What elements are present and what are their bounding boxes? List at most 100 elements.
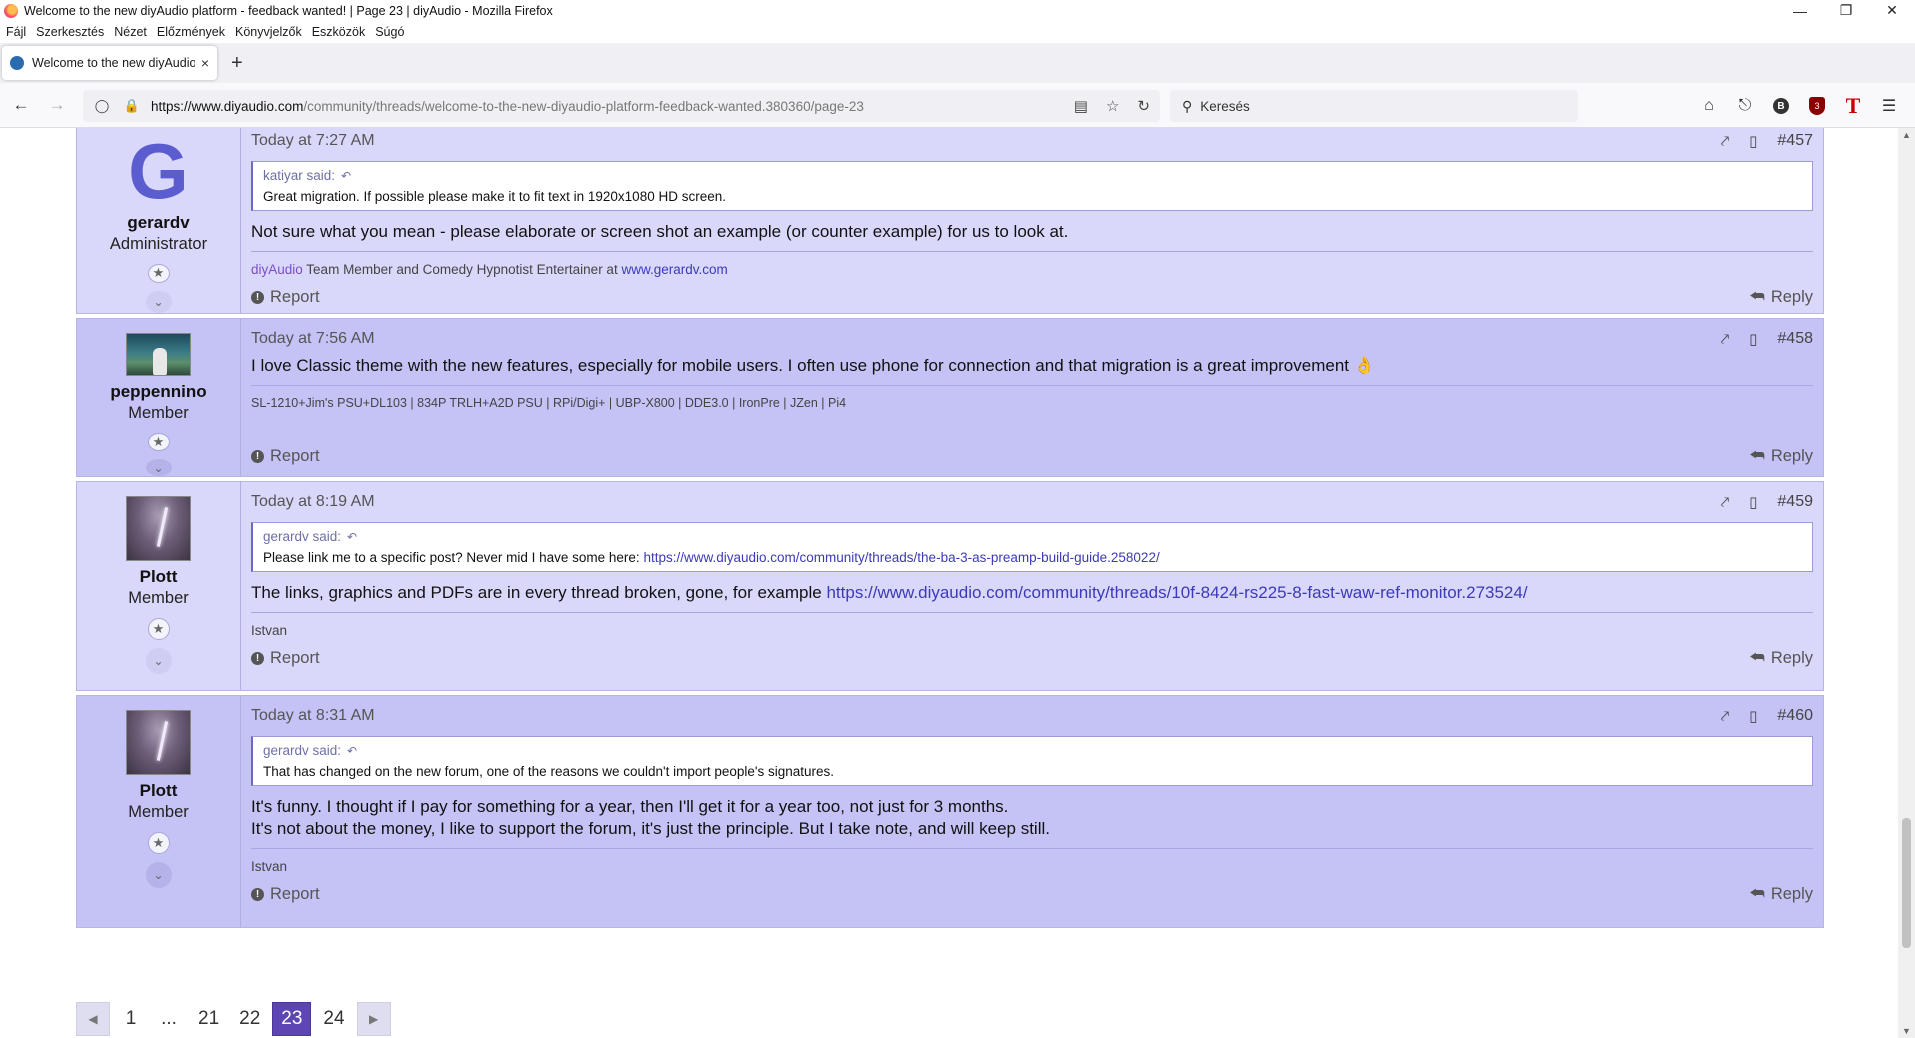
quote-link[interactable]: https://www.diyaudio.com/community/threa… — [643, 550, 1159, 565]
tab-active[interactable]: Welcome to the new diyAudio p × — [2, 46, 217, 80]
next-page-button[interactable]: ▶ — [356, 1002, 391, 1036]
menu-item-help[interactable]: Súgó — [375, 25, 404, 39]
chevron-down-icon[interactable]: ⌄ — [145, 290, 172, 313]
page-ellipsis[interactable]: ... — [152, 1002, 186, 1036]
post-tools: ⤤ ▯ #457 — [1721, 132, 1813, 150]
tracking-shield-icon[interactable]: ◯ — [91, 98, 113, 114]
user-cell: G gerardv Administrator ★ ⌄ — [77, 128, 241, 313]
avatar[interactable] — [126, 710, 191, 775]
page-link-current[interactable]: 23 — [272, 1002, 312, 1036]
diyaudio-favicon-icon — [10, 56, 24, 70]
page-link[interactable]: 22 — [231, 1002, 268, 1036]
post-number[interactable]: #457 — [1777, 132, 1813, 150]
forward-button[interactable]: → — [42, 90, 72, 120]
post-number[interactable]: #458 — [1777, 330, 1813, 348]
bookmark-icon[interactable]: ▯ — [1749, 330, 1757, 348]
bookmark-icon[interactable]: ▯ — [1749, 493, 1757, 511]
report-label: Report — [270, 884, 320, 903]
reply-button[interactable]: ⮪ Reply — [1749, 649, 1813, 668]
reply-button[interactable]: ⮪ Reply — [1749, 885, 1813, 904]
lock-icon[interactable]: 🔒 — [121, 98, 143, 114]
bookmark-icon[interactable]: ▯ — [1749, 132, 1757, 150]
post-date[interactable]: Today at 7:56 AM — [251, 330, 375, 348]
menu-item-tools[interactable]: Eszközök — [312, 25, 366, 39]
share-icon[interactable]: ⤤ — [1721, 494, 1729, 511]
quote-author[interactable]: gerardv said: ↶ — [263, 743, 1802, 758]
tab-close-button[interactable]: × — [201, 55, 209, 71]
menu-item-edit[interactable]: Szerkesztés — [36, 25, 104, 39]
close-window-button[interactable]: ✕ — [1869, 0, 1915, 21]
home-icon[interactable]: ⌂ — [1691, 97, 1727, 115]
prev-page-button[interactable]: ◀ — [76, 1002, 110, 1036]
avatar[interactable] — [126, 333, 191, 377]
report-button[interactable]: ! Report — [251, 447, 320, 466]
search-input[interactable]: ⚲ Keresés — [1170, 90, 1578, 122]
scroll-up-icon[interactable]: ▲ — [1902, 130, 1911, 140]
post-body-line: It's funny. I thought if I pay for somet… — [251, 797, 1009, 816]
user-cell: peppennino Member ★ ⌄ — [77, 319, 241, 476]
username[interactable]: peppennino — [110, 382, 206, 402]
chevron-down-icon[interactable]: ⌄ — [145, 862, 172, 888]
reply-button[interactable]: ⮪ Reply — [1749, 447, 1813, 466]
report-icon: ! — [251, 651, 264, 665]
page-scrollbar[interactable]: ▲ ▼ — [1898, 128, 1915, 1038]
share-icon[interactable]: ⤤ — [1721, 708, 1729, 725]
report-button[interactable]: ! Report — [251, 885, 320, 904]
username[interactable]: gerardv — [127, 213, 189, 233]
avatar[interactable] — [126, 496, 191, 561]
extension-t-icon[interactable]: T — [1835, 93, 1871, 119]
signature-link[interactable]: www.gerardv.com — [621, 262, 727, 277]
jump-to-quote-icon[interactable]: ↶ — [347, 744, 357, 758]
page-link[interactable]: 21 — [190, 1002, 227, 1036]
pocket-icon[interactable]: ⎋ — [1727, 97, 1763, 115]
reload-icon[interactable]: ↻ — [1137, 97, 1150, 115]
extension-b-icon[interactable]: B — [1773, 98, 1789, 114]
back-button[interactable]: ← — [6, 90, 36, 120]
quote-author-label: gerardv said: — [263, 529, 342, 544]
share-icon[interactable]: ⤤ — [1721, 133, 1729, 150]
bookmark-star-icon[interactable]: ☆ — [1106, 97, 1119, 115]
post-body-link[interactable]: https://www.diyaudio.com/community/threa… — [826, 583, 1527, 602]
menu-item-file[interactable]: Fájl — [6, 25, 26, 39]
star-badge-icon: ★ — [147, 433, 170, 452]
username[interactable]: Plott — [140, 567, 178, 587]
chevron-down-icon[interactable]: ⌄ — [145, 648, 172, 674]
bookmark-icon[interactable]: ▯ — [1749, 707, 1757, 725]
url-text[interactable]: https://www.diyaudio.com/community/threa… — [151, 99, 864, 114]
post: Plott Member ★ ⌄ Today at 8:31 AM ⤤ ▯ #4… — [76, 695, 1824, 928]
post-header: Today at 8:19 AM ⤤ ▯ #459 — [251, 490, 1813, 514]
report-button[interactable]: ! Report — [251, 288, 320, 307]
url-path: /community/threads/welcome-to-the-new-di… — [303, 98, 864, 114]
menu-item-bookmarks[interactable]: Könyvjelzők — [235, 25, 302, 39]
new-tab-button[interactable]: + — [231, 52, 243, 75]
minimize-button[interactable]: — — [1777, 0, 1823, 21]
user-title: Administrator — [109, 235, 208, 253]
chevron-down-icon[interactable]: ⌄ — [145, 459, 172, 476]
page-link[interactable]: 1 — [114, 1002, 148, 1036]
username[interactable]: Plott — [140, 781, 178, 801]
jump-to-quote-icon[interactable]: ↶ — [347, 530, 357, 544]
share-icon[interactable]: ⤤ — [1721, 331, 1729, 348]
post-number[interactable]: #460 — [1777, 707, 1813, 725]
restore-button[interactable]: ❐ — [1823, 0, 1869, 21]
jump-to-quote-icon[interactable]: ↶ — [341, 169, 351, 183]
ublock-icon[interactable]: 3 — [1809, 97, 1825, 115]
post-footer: ! Report ⮪ Reply — [251, 874, 1813, 914]
hamburger-menu-icon[interactable]: ☰ — [1871, 96, 1907, 116]
report-button[interactable]: ! Report — [251, 649, 320, 668]
quote-author[interactable]: gerardv said: ↶ — [263, 529, 1802, 544]
reader-view-icon[interactable]: ▤ — [1074, 97, 1088, 115]
url-bar[interactable]: ◯ 🔒 https://www.diyaudio.com/community/t… — [83, 90, 1160, 122]
page-link[interactable]: 24 — [315, 1002, 352, 1036]
menu-item-history[interactable]: Előzmények — [157, 25, 225, 39]
scrollbar-thumb[interactable] — [1902, 818, 1911, 948]
post-date[interactable]: Today at 8:31 AM — [251, 707, 375, 725]
post-number[interactable]: #459 — [1777, 493, 1813, 511]
post-date[interactable]: Today at 8:19 AM — [251, 493, 375, 511]
reply-button[interactable]: ⮪ Reply — [1749, 288, 1813, 307]
quote-author[interactable]: katiyar said: ↶ — [263, 168, 1802, 183]
avatar[interactable]: G — [128, 132, 189, 210]
post-date[interactable]: Today at 7:27 AM — [251, 132, 375, 150]
menu-item-view[interactable]: Nézet — [114, 25, 147, 39]
scroll-down-icon[interactable]: ▼ — [1902, 1026, 1911, 1036]
